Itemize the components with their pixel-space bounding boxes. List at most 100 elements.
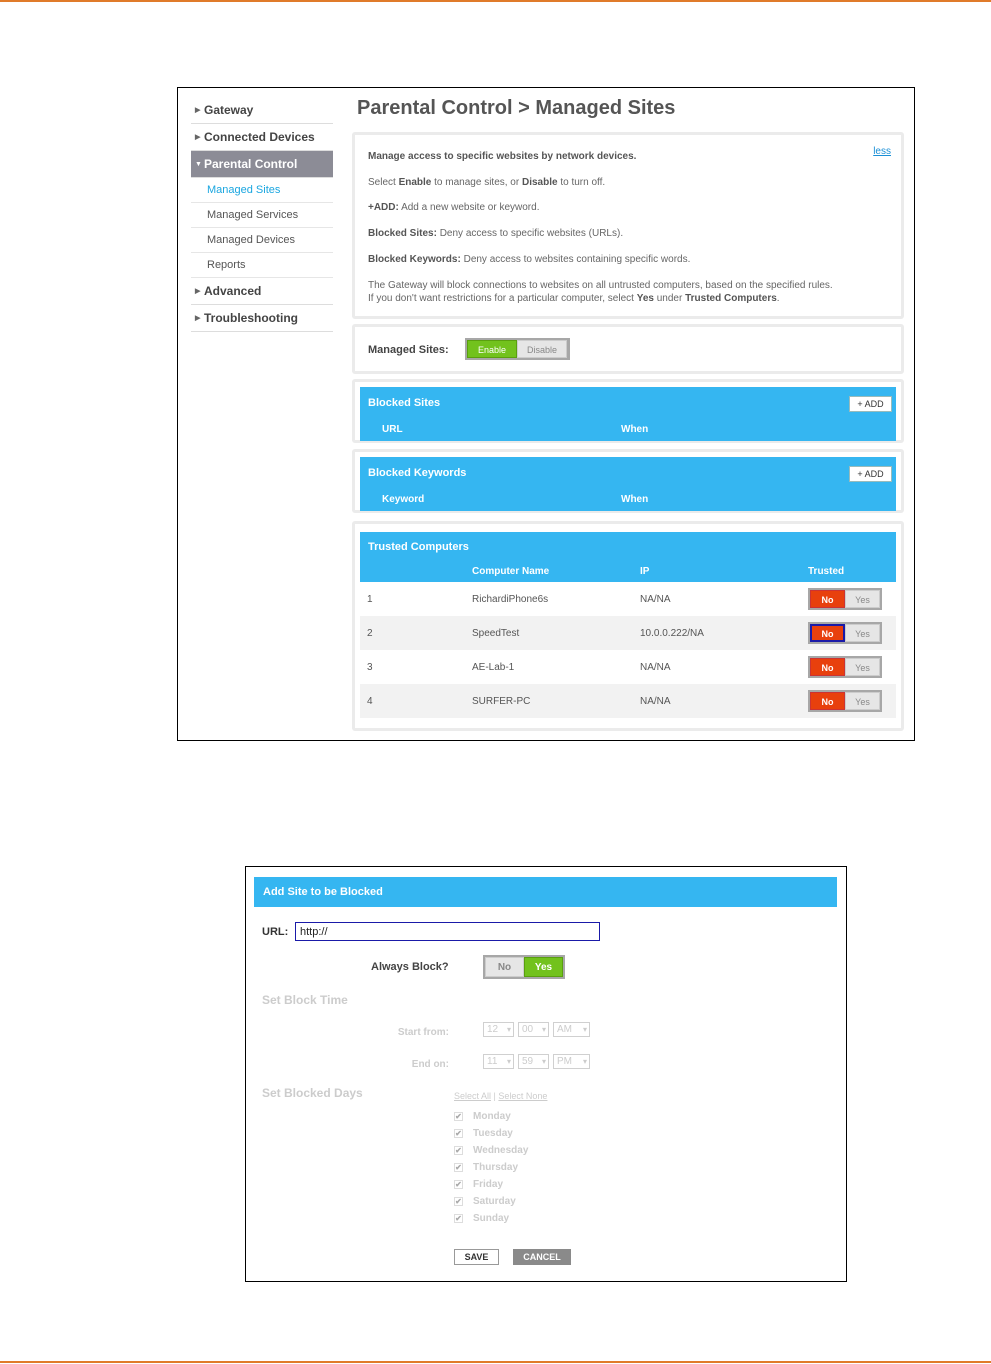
end-hour-select[interactable]: 11 [483,1054,514,1069]
checkbox-checked-icon[interactable]: ✔ [454,1129,463,1138]
trusted-no-button[interactable]: No [810,624,845,642]
checkbox-checked-icon[interactable]: ✔ [454,1214,463,1223]
add-site-dialog-screenshot: Add Site to be Blocked URL: Always Block… [245,866,847,1282]
day-checkbox-row[interactable]: ✔ Tuesday [454,1128,513,1139]
info-line: Blocked Keywords: Deny access to website… [368,254,691,265]
trusted-computers-panel: Trusted Computers Computer Name IP Trust… [352,521,904,731]
trusted-yes-button[interactable]: Yes [845,590,880,608]
blocked-keywords-header: Blocked Keywords + ADD Keyword When [360,457,896,511]
select-none-link[interactable]: Select None [498,1091,547,1101]
table-row: 1 RichardiPhone6s NA/NA No Yes [360,582,896,616]
blocked-keywords-title: Blocked Keywords [368,467,467,479]
column-header-keyword: Keyword [382,494,425,505]
start-minute-select[interactable]: 00 [518,1022,549,1037]
end-ampm-select[interactable]: PM [553,1054,590,1069]
trusted-yes-button[interactable]: Yes [845,692,880,710]
trusted-yes-button[interactable]: Yes [845,624,880,642]
sidebar-item-parental-control[interactable]: ▼ Parental Control [191,151,333,178]
add-blocked-keyword-button[interactable]: + ADD [849,466,892,482]
column-header-ip: IP [640,566,650,577]
trusted-no-button[interactable]: No [810,692,845,710]
trusted-no-button[interactable]: No [810,590,845,608]
disable-button[interactable]: Disable [517,340,567,358]
day-checkbox-row[interactable]: ✔ Monday [454,1111,511,1122]
trusted-toggle: No Yes [808,656,882,678]
cancel-button[interactable]: CANCEL [513,1249,571,1265]
day-checkbox-row[interactable]: ✔ Thursday [454,1162,518,1173]
trusted-toggle: No Yes [808,622,882,644]
column-header-when: When [621,424,649,435]
always-block-toggle: No Yes [483,955,565,979]
start-hour-select[interactable]: 12 [483,1022,514,1037]
save-button[interactable]: SAVE [454,1249,499,1265]
sidebar-item-connected-devices[interactable]: ▶ Connected Devices [191,124,333,151]
trusted-computers-header: Trusted Computers Computer Name IP Trust… [360,532,896,582]
sidebar-nav: ▶ Gateway ▶ Connected Devices ▼ Parental Co… [191,97,333,332]
trusted-toggle: No Yes [808,588,882,610]
page-title: Parental Control > Managed Sites [357,97,676,119]
start-ampm-select[interactable]: AM [553,1022,590,1037]
sidebar-item-gateway[interactable]: ▶ Gateway [191,97,333,124]
sidebar-subitem-reports[interactable]: Reports [191,253,333,278]
trusted-yes-button[interactable]: Yes [845,658,880,676]
managed-sites-panel: Managed Sites: Enable Disable [352,324,904,374]
checkbox-checked-icon[interactable]: ✔ [454,1163,463,1172]
blocked-keywords-panel: Blocked Keywords + ADD Keyword When [352,449,904,513]
page-top-rule [0,0,991,2]
blocked-sites-panel: Blocked Sites + ADD URL When [352,379,904,443]
trusted-no-button[interactable]: No [810,658,845,676]
always-block-label: Always Block? [371,961,449,973]
day-checkbox-row[interactable]: ✔ Saturday [454,1196,516,1207]
select-links: Select All | Select None [454,1091,547,1101]
column-header-trusted: Trusted [808,566,845,577]
caret-right-icon: ▶ [195,315,201,322]
day-checkbox-row[interactable]: ✔ Sunday [454,1213,509,1224]
url-input[interactable] [295,922,600,941]
column-header-url: URL [382,424,403,435]
column-header-when: When [621,494,649,505]
trusted-toggle: No Yes [808,690,882,712]
select-all-link[interactable]: Select All [454,1091,491,1101]
set-blocked-days-heading: Set Blocked Days [262,1086,363,1100]
url-label: URL: [262,926,289,938]
info-line: Blocked Sites: Deny access to specific w… [368,228,624,239]
table-row: 4 SURFER-PC NA/NA No Yes [360,684,896,718]
sidebar-item-troubleshooting[interactable]: ▶ Troubleshooting [191,305,333,332]
checkbox-checked-icon[interactable]: ✔ [454,1112,463,1121]
table-row: 2 SpeedTest 10.0.0.222/NA No Yes [360,616,896,650]
page-bottom-rule [0,1361,991,1363]
info-panel: less Manage access to specific websites … [352,132,904,319]
sidebar-subitem-managed-services[interactable]: Managed Services [191,203,333,228]
managed-sites-label: Managed Sites: [368,344,449,356]
end-minute-select[interactable]: 59 [518,1054,549,1069]
info-line: Manage access to specific websites by ne… [368,151,637,162]
managed-sites-screenshot: ▶ Gateway ▶ Connected Devices ▼ Parental Co… [177,87,915,741]
info-line: Select Enable to manage sites, or Disabl… [368,177,606,188]
table-row: 3 AE-Lab-1 NA/NA No Yes [360,650,896,684]
less-link[interactable]: less [873,146,891,157]
caret-down-icon: ▼ [195,160,202,168]
dialog-title: Add Site to be Blocked [254,877,837,907]
blocked-sites-title: Blocked Sites [368,397,441,409]
sidebar-subitem-managed-sites[interactable]: Managed Sites [191,178,333,203]
sidebar-subitem-managed-devices[interactable]: Managed Devices [191,228,333,253]
always-block-no-button[interactable]: No [485,957,524,977]
column-header-computer-name: Computer Name [472,566,550,577]
add-blocked-site-button[interactable]: + ADD [849,396,892,412]
set-block-time-heading: Set Block Time [262,993,348,1007]
info-line: +ADD: Add a new website or keyword. [368,202,540,213]
caret-right-icon: ▶ [195,134,201,141]
checkbox-checked-icon[interactable]: ✔ [454,1197,463,1206]
day-checkbox-row[interactable]: ✔ Wednesday [454,1145,528,1156]
checkbox-checked-icon[interactable]: ✔ [454,1180,463,1189]
always-block-yes-button[interactable]: Yes [524,957,563,977]
day-checkbox-row[interactable]: ✔ Friday [454,1179,503,1190]
caret-right-icon: ▶ [195,288,201,295]
sidebar-item-advanced[interactable]: ▶ Advanced [191,278,333,305]
info-line: The Gateway will block connections to we… [368,280,833,291]
enable-button[interactable]: Enable [467,340,517,358]
info-line: If you don't want restrictions for a par… [368,293,780,304]
blocked-sites-header: Blocked Sites + ADD URL When [360,387,896,441]
end-on-label: End on: [411,1059,449,1070]
checkbox-checked-icon[interactable]: ✔ [454,1146,463,1155]
